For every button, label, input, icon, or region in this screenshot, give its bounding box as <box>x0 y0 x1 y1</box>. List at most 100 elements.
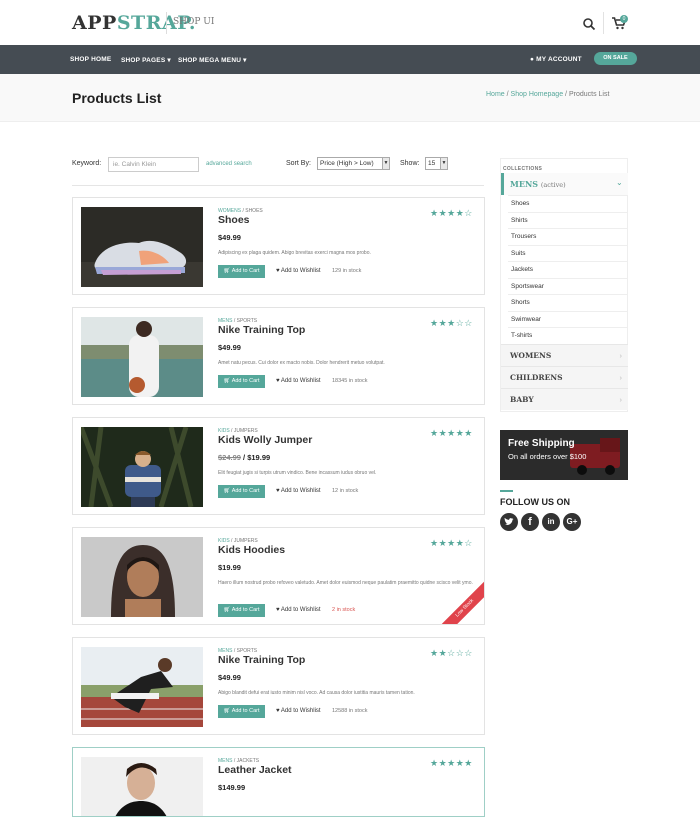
heart-icon: ♥ <box>276 268 280 274</box>
sidebar-item-sportswear[interactable]: Sportswear <box>508 278 628 294</box>
product-card[interactable]: MENS / SPORTS Nike Training Top ★★★☆☆ $4… <box>72 307 485 405</box>
sidebar-item-suits[interactable]: Suits <box>508 245 628 261</box>
product-card[interactable]: WOMENS / SHOES Shoes ★★★★☆ $49.99 Adipis… <box>72 197 485 295</box>
product-card[interactable]: MENS / SPORTS Nike Training Top ★★☆☆☆ $4… <box>72 637 485 735</box>
product-price: $149.99 <box>218 783 246 792</box>
product-description: Amet natu pecus. Cui dolor ex macto nobi… <box>218 360 385 366</box>
product-name[interactable]: Shoes <box>218 214 250 226</box>
rating-stars: ★★★★☆ <box>430 208 473 218</box>
stock-status: 12 in stock <box>332 488 359 494</box>
add-to-wishlist-link[interactable]: ♥ Add to Wishlist <box>276 604 321 617</box>
cart-icon: 🛒︎ <box>223 607 231 613</box>
sidebar-item-trousers[interactable]: Trousers <box>508 228 628 244</box>
collection-mens-name: MENS <box>510 179 539 189</box>
sidebar-item-swimwear[interactable]: Swimwear <box>508 311 628 327</box>
keyword-input[interactable]: ie. Calvin Klein <box>108 157 199 172</box>
collection-baby[interactable]: BABY › <box>501 388 628 410</box>
breadcrumb-home[interactable]: Home <box>486 91 505 98</box>
product-price: $49.99 <box>218 673 241 682</box>
product-image-kids-hoodies[interactable] <box>81 537 203 617</box>
twitter-icon[interactable] <box>500 513 518 531</box>
product-name[interactable]: Kids Hoodies <box>218 544 285 556</box>
add-to-wishlist-label: Add to Wishlist <box>280 607 321 613</box>
stock-status: 129 in stock <box>332 268 362 274</box>
advanced-search-link[interactable]: advanced search <box>206 161 252 167</box>
product-price: $49.99 <box>218 343 241 352</box>
cart-icon: 🛒︎ <box>223 268 231 274</box>
product-card[interactable]: KIDS / JUMPERS Kids Hoodies ★★★★☆ $19.99… <box>72 527 485 625</box>
product-name[interactable]: Nike Training Top <box>218 654 305 666</box>
add-to-cart-label: Add to Cart <box>231 708 260 714</box>
rating-stars: ★★★★★ <box>430 428 473 438</box>
rating-stars: ★★★★☆ <box>430 538 473 548</box>
product-image-nike-training-top[interactable] <box>81 317 203 397</box>
product-card[interactable]: MENS / JACKETS Leather Jacket ★★★★★ $149… <box>72 747 485 817</box>
follow-divider <box>500 490 513 492</box>
sidebar-item-t-shirts[interactable]: T-shirts <box>508 327 628 343</box>
product-card[interactable]: KIDS / JUMPERS Kids Wolly Jumper ★★★★★ $… <box>72 417 485 515</box>
collection-childrens-label: CHILDRENS <box>510 373 563 382</box>
collection-womens[interactable]: WOMENS › <box>501 344 628 366</box>
chevron-down-icon: ▼ <box>440 158 447 169</box>
sidebar-item-shorts[interactable]: Shorts <box>508 294 628 310</box>
follow-us-heading: FOLLOW US ON <box>500 497 570 507</box>
rating-stars: ★★★☆☆ <box>430 318 473 328</box>
nav-shop-mega-menu[interactable]: SHOP MEGA MENU ▾ <box>178 56 247 64</box>
product-image-kids-wolly-jumper[interactable] <box>81 427 203 507</box>
add-to-cart-label: Add to Cart <box>231 378 260 384</box>
on-sale-button[interactable]: ON SALE <box>594 52 637 65</box>
add-to-wishlist-link[interactable]: ♥ Add to Wishlist <box>276 265 321 278</box>
add-to-cart-button[interactable]: 🛒︎ Add to Cart <box>218 705 265 718</box>
product-name[interactable]: Leather Jacket <box>218 764 292 776</box>
add-to-cart-button[interactable]: 🛒︎ Add to Cart <box>218 604 265 617</box>
chevron-down-icon: ▼ <box>382 158 389 169</box>
show-label: Show: <box>400 160 420 167</box>
google-plus-icon[interactable]: G+ <box>563 513 581 531</box>
add-to-wishlist-link[interactable]: ♥ Add to Wishlist <box>276 705 321 718</box>
product-name[interactable]: Kids Wolly Jumper <box>218 434 312 446</box>
heart-icon: ♥ <box>276 708 280 714</box>
sort-value: Price (High > Low) <box>320 160 374 167</box>
nav-my-account[interactable]: ● MY ACCOUNT <box>530 56 582 63</box>
collection-childrens[interactable]: CHILDRENS › <box>501 366 628 388</box>
logo-main: APP <box>72 12 117 34</box>
chevron-down-icon: ⌄ <box>616 178 623 187</box>
sidebar-item-shoes[interactable]: Shoes <box>508 195 628 211</box>
sort-select[interactable]: Price (High > Low) ▼ <box>317 157 390 170</box>
rating-stars: ★★☆☆☆ <box>430 648 473 658</box>
sale-price: $19.99 <box>247 453 271 462</box>
sidebar-item-shirts[interactable]: Shirts <box>508 212 628 228</box>
add-to-wishlist-link[interactable]: ♥ Add to Wishlist <box>276 375 321 388</box>
product-image-shoes[interactable] <box>81 207 203 287</box>
product-image-nike-training-top[interactable] <box>81 647 203 727</box>
page-title: Products List <box>72 90 162 106</box>
product-description: Abigo blandit defui erat iusto minim nis… <box>218 690 415 696</box>
chevron-right-icon: › <box>619 351 623 360</box>
nav-shop-pages[interactable]: SHOP PAGES ▾ <box>121 56 171 64</box>
facebook-icon[interactable]: f <box>521 513 539 531</box>
collections-label: COLLECTIONS <box>503 166 543 172</box>
add-to-cart-button[interactable]: 🛒︎ Add to Cart <box>218 375 265 388</box>
nav-shop-home[interactable]: SHOP HOME <box>70 56 111 63</box>
search-icon[interactable] <box>582 17 596 31</box>
banner-title: Free Shipping <box>508 438 575 449</box>
add-to-cart-button[interactable]: 🛒︎ Add to Cart <box>218 485 265 498</box>
sidebar-item-jackets[interactable]: Jackets <box>508 261 628 277</box>
product-description: Elit feugiat jugis si turpis utrum vindi… <box>218 470 377 476</box>
breadcrumb-separator: / <box>565 91 567 98</box>
add-to-cart-button[interactable]: 🛒︎ Add to Cart <box>218 265 265 278</box>
user-icon: ● <box>530 56 535 63</box>
product-image-leather-jacket[interactable] <box>81 757 203 816</box>
logo-divider <box>166 12 167 34</box>
breadcrumb-shop-homepage[interactable]: Shop Homepage <box>511 91 564 98</box>
add-to-cart-label: Add to Cart <box>231 488 260 494</box>
add-to-cart-label: Add to Cart <box>231 607 260 613</box>
add-to-wishlist-label: Add to Wishlist <box>280 708 321 714</box>
product-name[interactable]: Nike Training Top <box>218 324 305 336</box>
linkedin-icon[interactable]: in <box>542 513 560 531</box>
add-to-wishlist-link[interactable]: ♥ Add to Wishlist <box>276 485 321 498</box>
free-shipping-banner[interactable]: Free Shipping On all orders over $100 <box>500 430 628 480</box>
product-price: $49.99 <box>218 233 241 242</box>
chevron-right-icon: › <box>619 373 623 382</box>
show-select[interactable]: 15 ▼ <box>425 157 448 170</box>
